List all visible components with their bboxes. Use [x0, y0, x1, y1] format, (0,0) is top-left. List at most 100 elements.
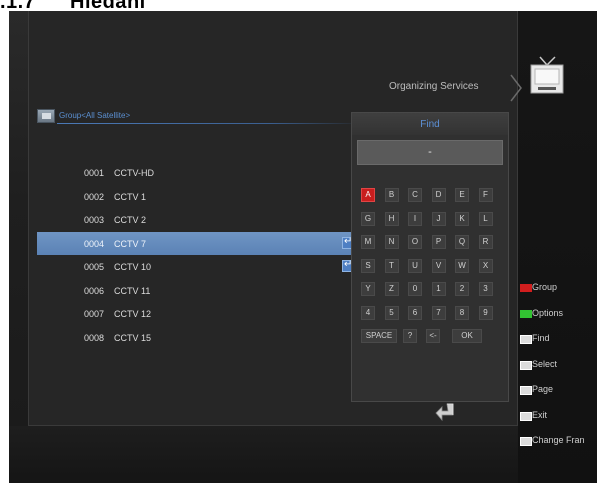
key-l[interactable]: L — [478, 211, 493, 226]
channel-name: CCTV 11 — [114, 285, 151, 296]
channel-row[interactable]: 0003 CCTV 2 — [37, 208, 359, 232]
satellite-group-icon — [37, 109, 55, 123]
exit-key-icon — [520, 411, 532, 421]
channel-number: 0003 — [84, 215, 105, 225]
green-button-icon — [520, 309, 532, 318]
key-n[interactable]: N — [384, 235, 399, 249]
chevron-right-icon — [510, 74, 522, 102]
channel-number: 0004 — [84, 238, 105, 249]
find-key-icon — [520, 335, 532, 344]
page-key-icon — [520, 386, 532, 395]
key-f[interactable]: F — [478, 188, 493, 202]
channel-list: 0001 CCTV-HD 0002 CCTV 1 0003 CCTV 2 0004 CCTV … — [37, 161, 359, 349]
key-space[interactable]: SPACE — [361, 329, 397, 343]
channel-number: 0002 — [84, 191, 105, 202]
legend-item: Change Fran — [519, 434, 597, 460]
red-button-icon — [520, 284, 532, 292]
key-y[interactable]: Y — [361, 282, 375, 296]
key-z[interactable]: Z — [384, 282, 399, 296]
key-2[interactable]: 2 — [455, 282, 469, 296]
key-backspace[interactable]: <- — [426, 329, 440, 343]
find-dialog: Find - ABCDEF GHIJKL MNOPQR STUVWX YZ0123 456… — [351, 112, 509, 402]
legend-item: Exit — [519, 409, 597, 435]
key-ok[interactable]: OK — [452, 329, 482, 343]
channel-name: CCTV-HD — [114, 168, 154, 178]
find-input[interactable]: - — [357, 140, 503, 165]
key-s[interactable]: S — [361, 258, 375, 273]
change-frame-key-icon — [520, 437, 532, 446]
channel-row[interactable]: 0004 CCTV 7 — [37, 231, 359, 255]
key-j[interactable]: J — [431, 211, 446, 226]
channel-number: 0005 — [84, 262, 105, 272]
key-7[interactable]: 7 — [431, 305, 446, 320]
key-i[interactable]: I — [408, 211, 422, 226]
key-w[interactable]: W — [455, 258, 469, 273]
find-title: Find — [420, 119, 440, 130]
key-k[interactable]: K — [455, 211, 469, 226]
channel-row[interactable]: 0005 CCTV 10 — [37, 255, 359, 279]
group-selector[interactable]: Group<All Satellite> — [37, 109, 362, 125]
select-key-icon — [520, 360, 532, 370]
channel-name: CCTV 10 — [114, 262, 152, 272]
key-3[interactable]: 3 — [478, 282, 493, 296]
legend-label: Find — [532, 333, 550, 343]
back-arrow-icon — [435, 403, 454, 422]
key-b[interactable]: B — [384, 188, 399, 202]
channel-row[interactable]: 0008 CCTV 15 — [37, 326, 359, 350]
key-5[interactable]: 5 — [384, 305, 399, 320]
legend-label: Page — [532, 384, 554, 394]
channel-name: CCTV 2 — [114, 215, 147, 225]
key-o[interactable]: O — [408, 235, 422, 249]
legend-item: Options — [519, 307, 597, 333]
channel-name: CCTV 12 — [114, 309, 152, 319]
key-r[interactable]: R — [478, 235, 493, 249]
key-v[interactable]: V — [431, 258, 446, 273]
key-g[interactable]: G — [361, 211, 375, 226]
key-legend: Group Options Find Select Page Exit Change Fra… — [519, 281, 597, 460]
key-u[interactable]: U — [408, 258, 422, 273]
channel-name: CCTV 7 — [114, 238, 147, 249]
key-m[interactable]: M — [361, 235, 375, 249]
key-question[interactable]: ? — [403, 329, 417, 343]
find-input-value: - — [428, 146, 432, 158]
key-6[interactable]: 6 — [408, 305, 422, 320]
channel-row[interactable]: 0002 CCTV 1 — [37, 185, 359, 209]
key-4[interactable]: 4 — [361, 305, 375, 320]
key-q[interactable]: Q — [455, 235, 469, 249]
key-a[interactable]: A — [361, 188, 375, 202]
channel-name: CCTV 1 — [114, 191, 147, 202]
legend-label: Exit — [532, 409, 548, 420]
legend-item: Page — [519, 383, 597, 409]
channel-row[interactable]: 0001 CCTV-HD — [37, 161, 359, 185]
legend-item: Find — [519, 332, 597, 358]
key-9[interactable]: 9 — [478, 305, 493, 320]
key-8[interactable]: 8 — [455, 305, 469, 320]
legend-label: Change Fran — [532, 435, 585, 445]
key-c[interactable]: C — [408, 188, 422, 202]
find-title-bar: Find — [352, 113, 508, 135]
bottom-area — [9, 426, 518, 483]
key-x[interactable]: X — [478, 258, 493, 273]
group-label: Group<All Satellite> — [59, 111, 131, 120]
key-t[interactable]: T — [384, 258, 399, 273]
page-title: Organizing Services — [389, 81, 479, 92]
legend-label: Options — [532, 307, 564, 318]
tv-screen: Organizing Services Group<All Satellite>… — [9, 11, 597, 483]
group-underline — [57, 123, 362, 124]
channel-number: 0001 — [84, 168, 105, 178]
channel-number: 0007 — [84, 309, 105, 319]
channel-name: CCTV 15 — [114, 332, 152, 343]
channel-row[interactable]: 0007 CCTV 12 — [37, 302, 359, 326]
key-e[interactable]: E — [455, 188, 469, 202]
legend-item: Select — [519, 358, 597, 384]
key-d[interactable]: D — [431, 188, 446, 202]
tv-icon — [530, 56, 564, 94]
legend-label: Group — [532, 282, 558, 292]
key-p[interactable]: P — [431, 235, 446, 249]
key-h[interactable]: H — [384, 211, 399, 226]
key-1[interactable]: 1 — [431, 282, 446, 296]
channel-number: 0006 — [84, 285, 105, 296]
key-0[interactable]: 0 — [408, 282, 422, 296]
channel-row[interactable]: 0006 CCTV 11 — [37, 279, 359, 303]
legend-label: Select — [532, 358, 558, 369]
